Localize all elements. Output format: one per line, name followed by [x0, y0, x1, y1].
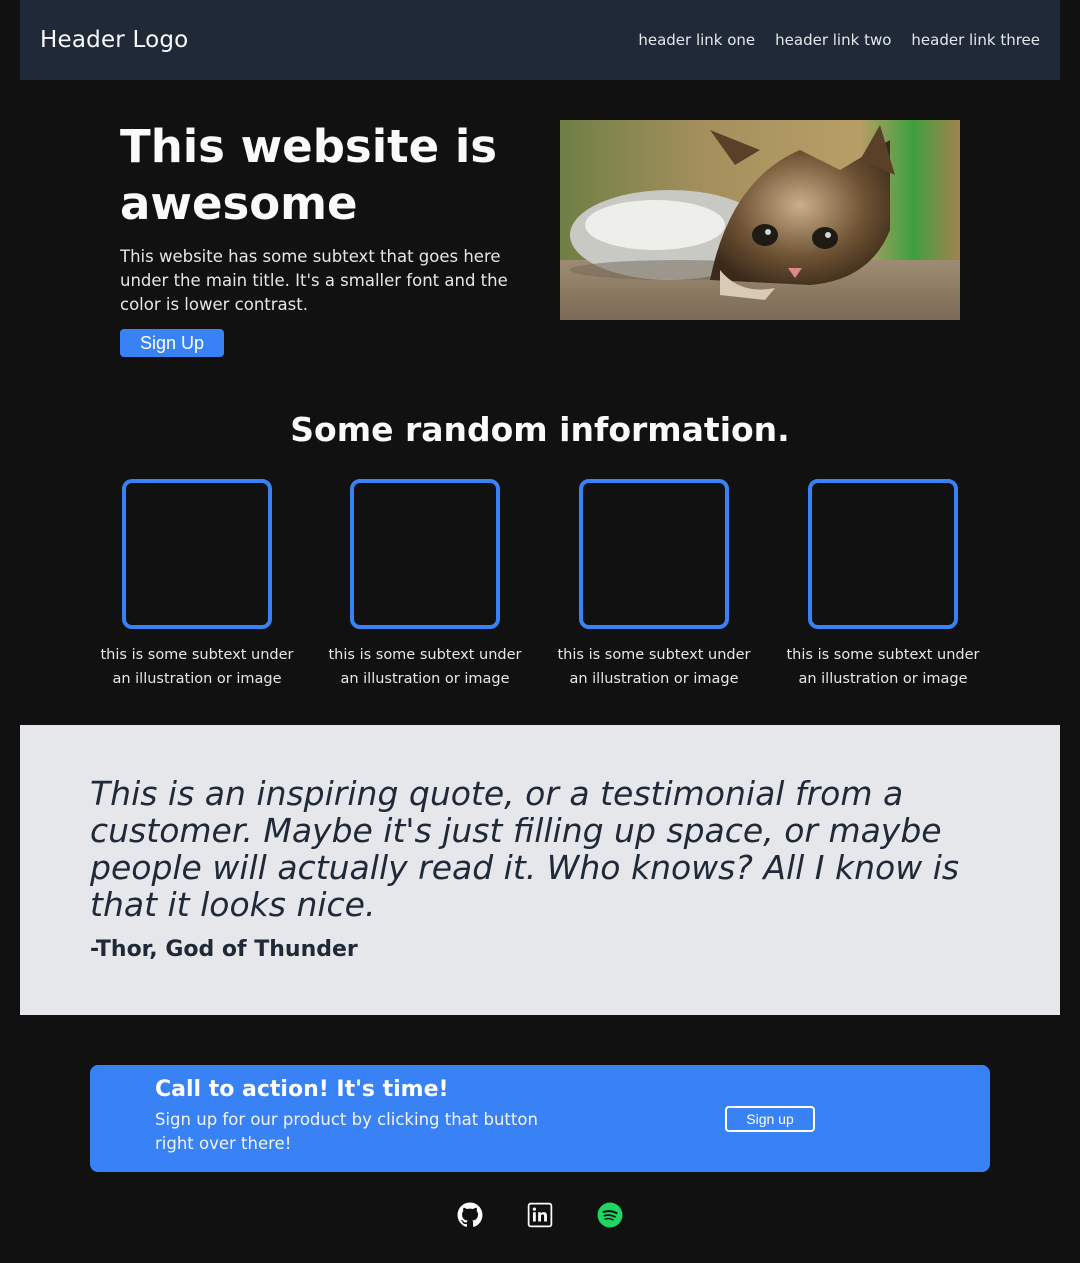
info-section-title: Some random information. [290, 410, 790, 449]
hero-signup-button[interactable]: Sign Up [120, 329, 224, 357]
card-image-placeholder [579, 479, 729, 629]
call-to-action-banner: Call to action! It's time! Sign up for o… [90, 1065, 990, 1172]
cta-subtext: Sign up for our product by clicking that… [155, 1110, 538, 1153]
hero-section: This website is awesome This website has… [120, 118, 510, 357]
header-logo[interactable]: Header Logo [40, 27, 188, 53]
info-card: this is some subtext under an illustrati… [92, 479, 302, 691]
card-subtext: this is some subtext under an illustrati… [786, 647, 980, 687]
spotify-icon[interactable] [597, 1202, 623, 1228]
hero-title: This website is awesome [120, 120, 498, 230]
quote-text: This is an inspiring quote, or a testimo… [90, 774, 960, 924]
quote-author: -Thor, God of Thunder [90, 937, 358, 962]
quote-section: This is an inspiring quote, or a testimo… [20, 725, 1060, 1015]
info-card: this is some subtext under an illustrati… [549, 479, 759, 691]
card-image-placeholder [122, 479, 272, 629]
kitten-photo [560, 120, 960, 320]
card-image-placeholder [808, 479, 958, 629]
info-card: this is some subtext under an illustrati… [320, 479, 530, 691]
hero-kitten-image [560, 120, 960, 320]
card-subtext: this is some subtext under an illustrati… [100, 647, 294, 687]
info-card: this is some subtext under an illustrati… [778, 479, 988, 691]
header-nav: header link one header link two header l… [638, 31, 1040, 49]
linkedin-icon[interactable] [527, 1202, 553, 1228]
site-header: Header Logo header link one header link … [20, 0, 1060, 80]
footer-social-icons [0, 1202, 1080, 1228]
card-subtext: this is some subtext under an illustrati… [328, 647, 522, 687]
header-link-one[interactable]: header link one [638, 31, 755, 49]
cta-signup-button[interactable]: Sign up [725, 1106, 815, 1132]
header-link-two[interactable]: header link two [775, 31, 891, 49]
cta-title: Call to action! It's time! [155, 1077, 449, 1102]
card-subtext: this is some subtext under an illustrati… [557, 647, 751, 687]
header-link-three[interactable]: header link three [911, 31, 1040, 49]
github-icon[interactable] [457, 1202, 483, 1228]
hero-subtext: This website has some subtext that goes … [120, 247, 508, 314]
card-image-placeholder [350, 479, 500, 629]
